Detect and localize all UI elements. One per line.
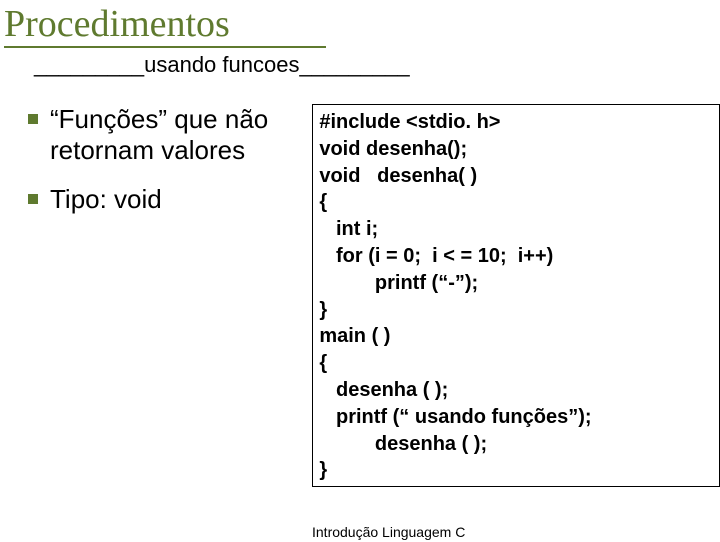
- list-item: Tipo: void: [28, 184, 312, 215]
- bullet-list: “Funções” que não retornam valores Tipo:…: [0, 104, 312, 234]
- bullet-text: Tipo: void: [50, 184, 162, 215]
- list-item: “Funções” que não retornam valores: [28, 104, 312, 166]
- bullet-icon: [28, 194, 38, 204]
- title-underline: [4, 46, 326, 48]
- code-box: #include <stdio. h> void desenha(); void…: [312, 104, 720, 487]
- subtitle: _________usando funcoes_________: [34, 52, 720, 78]
- footer-text: Introdução Linguagem C: [312, 524, 465, 540]
- bullet-text: “Funções” que não retornam valores: [50, 104, 312, 166]
- content-area: “Funções” que não retornam valores Tipo:…: [0, 104, 720, 487]
- bullet-icon: [28, 114, 38, 124]
- page-title: Procedimentos: [4, 2, 720, 46]
